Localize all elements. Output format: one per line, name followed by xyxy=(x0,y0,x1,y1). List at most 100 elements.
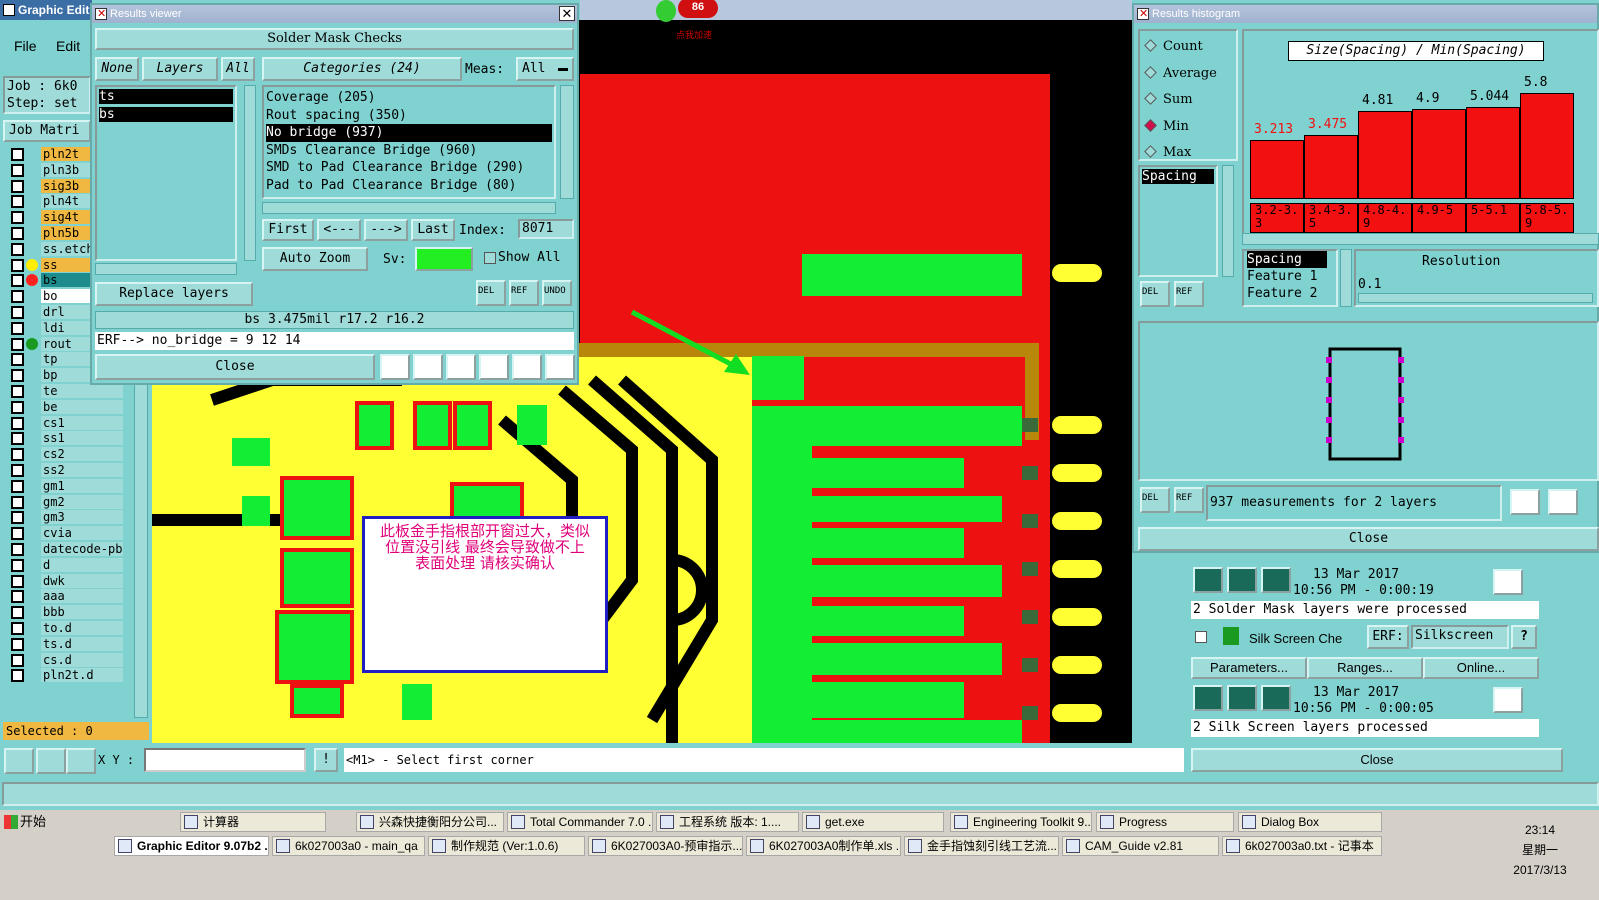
show-all-checkbox[interactable] xyxy=(484,252,496,264)
check-icon[interactable] xyxy=(479,354,509,380)
taskbar-button[interactable]: 6k027003a0 - main_qa xyxy=(272,836,425,856)
silk-checkbox[interactable] xyxy=(1195,631,1207,643)
layer-item-bs[interactable]: bs xyxy=(99,107,233,122)
sv-color-select[interactable] xyxy=(415,247,473,271)
prev-button[interactable]: <--- xyxy=(317,219,361,241)
layer-checkbox[interactable] xyxy=(11,211,24,225)
layer-row[interactable]: gm2 xyxy=(3,494,123,510)
category-item[interactable]: SMD to Pad Clearance Bridge (290) xyxy=(266,159,552,177)
checks-close-button[interactable]: Close xyxy=(1191,748,1563,772)
info-vscroll[interactable] xyxy=(1340,249,1352,307)
layers-button[interactable]: Layers xyxy=(142,57,218,81)
category-item[interactable]: SMDs Clearance Bridge (960) xyxy=(266,142,552,160)
stat-option[interactable]: Count xyxy=(1144,39,1203,54)
layer-checkbox[interactable] xyxy=(11,637,24,651)
layer-checkbox[interactable] xyxy=(11,274,24,288)
layer-checkbox[interactable] xyxy=(11,464,24,477)
close-button[interactable]: Close xyxy=(95,354,375,380)
delete-icon[interactable] xyxy=(446,354,476,380)
category-item[interactable]: Coverage (205) xyxy=(266,89,552,107)
histogram-bar[interactable] xyxy=(1304,135,1358,199)
taskbar-button[interactable]: Engineering Toolkit 9.... xyxy=(950,812,1092,832)
layer-row[interactable]: cs.d xyxy=(3,652,123,668)
run-icon[interactable] xyxy=(1193,567,1223,593)
run-all-icon[interactable] xyxy=(1227,685,1257,711)
layer-row[interactable]: d xyxy=(3,557,123,573)
layer-checkbox[interactable] xyxy=(11,242,24,256)
flag-icon[interactable] xyxy=(380,354,410,380)
zoom-icon[interactable] xyxy=(1510,489,1540,515)
menu-edit[interactable]: Edit xyxy=(56,38,80,54)
taskbar-button[interactable]: 计算器 xyxy=(180,812,326,832)
taskbar-button[interactable]: 6k027003a0.txt - 记事本 xyxy=(1222,836,1382,856)
layer-checkbox[interactable] xyxy=(11,622,24,635)
auto-zoom-select[interactable]: Auto Zoom xyxy=(262,247,368,271)
histogram-bar[interactable] xyxy=(1250,140,1304,199)
taskbar-button[interactable]: 制作规范 (Ver:1.0.6) xyxy=(428,836,585,856)
spacing-item[interactable]: Spacing xyxy=(1142,169,1214,184)
report-icon[interactable] xyxy=(512,354,542,380)
select-icon[interactable] xyxy=(4,748,34,774)
layer-checkbox[interactable] xyxy=(11,148,24,161)
tray-clock[interactable]: 23:14 星期一 2017/3/13 xyxy=(1490,820,1590,890)
layer-checkbox[interactable] xyxy=(11,479,24,493)
meas-select[interactable]: All xyxy=(516,57,574,81)
taskbar-button[interactable]: Progress xyxy=(1096,812,1234,832)
layer-list-vscroll[interactable] xyxy=(244,85,256,261)
layer-row[interactable]: cs1 xyxy=(3,415,123,431)
stop-icon[interactable] xyxy=(1261,685,1291,711)
histogram-bar[interactable] xyxy=(1520,92,1574,199)
layer-row[interactable]: ts.d xyxy=(3,636,123,652)
taskbar-button[interactable]: Graphic Editor 9.07b2 ... xyxy=(114,836,269,856)
histogram-bar[interactable] xyxy=(1466,106,1520,199)
layer-checkbox[interactable] xyxy=(11,337,24,351)
layer-row[interactable]: cs2 xyxy=(3,447,123,462)
layer-checkbox[interactable] xyxy=(11,558,24,572)
parameters-button[interactable]: Parameters... xyxy=(1191,657,1307,679)
ref-button[interactable]: REF xyxy=(509,280,539,306)
start-button[interactable]: 开始 xyxy=(2,812,62,832)
histogram-bar[interactable] xyxy=(1358,110,1412,199)
layer-checkbox[interactable] xyxy=(11,527,24,541)
layer-checkbox[interactable] xyxy=(11,227,24,240)
zoom-icon[interactable] xyxy=(1493,569,1523,595)
taskbar-button[interactable]: 6K027003A0-预审指示.... xyxy=(588,836,743,856)
export-icon[interactable] xyxy=(413,354,443,380)
layer-row[interactable]: te xyxy=(3,384,123,399)
histogram-close-button[interactable]: Close xyxy=(1138,527,1599,551)
layer-row[interactable]: to.d xyxy=(3,621,123,636)
layer-checkbox[interactable] xyxy=(11,653,24,667)
layer-row[interactable]: datecode-pbe xyxy=(3,542,123,557)
layer-row[interactable]: gm1 xyxy=(3,478,123,494)
online-button[interactable]: Online... xyxy=(1423,657,1539,679)
chart-hscroll[interactable] xyxy=(1242,233,1599,245)
layer-checkbox[interactable] xyxy=(11,258,24,272)
erf-value[interactable]: Silkscreen xyxy=(1411,625,1509,649)
xy-input[interactable] xyxy=(144,748,306,772)
layer-checkbox[interactable] xyxy=(11,543,24,556)
histogram-bar[interactable] xyxy=(1412,109,1466,199)
preview-ref-button[interactable]: REF xyxy=(1174,487,1204,513)
close-icon[interactable]: ✕ xyxy=(559,6,575,21)
index-input[interactable]: 8071 xyxy=(518,219,574,239)
layer-checkbox[interactable] xyxy=(11,353,24,367)
taskbar-button[interactable]: CAM_Guide v2.81 xyxy=(1062,836,1219,856)
layer-checkbox[interactable] xyxy=(11,669,24,683)
layer-checkbox[interactable] xyxy=(11,574,24,588)
layer-row[interactable]: bbb xyxy=(3,605,123,620)
next-button[interactable]: ---> xyxy=(364,219,408,241)
replace-layers-button[interactable]: Replace layers xyxy=(95,282,253,306)
layer-checkbox[interactable] xyxy=(11,369,24,383)
last-button[interactable]: Last xyxy=(411,219,455,241)
layer-checkbox[interactable] xyxy=(11,195,24,209)
layer-checkbox[interactable] xyxy=(11,448,24,462)
run-all-icon[interactable] xyxy=(1227,567,1257,593)
stat-option[interactable]: Average xyxy=(1144,66,1217,81)
help-button[interactable]: ? xyxy=(1511,625,1537,649)
layer-checkbox[interactable] xyxy=(11,179,24,193)
preview-del-button[interactable]: DEL xyxy=(1140,487,1170,513)
grid-icon[interactable] xyxy=(66,748,96,774)
undo-button[interactable]: UNDO xyxy=(542,280,572,306)
layer-checkbox[interactable] xyxy=(11,385,24,398)
layer-checkbox[interactable] xyxy=(11,606,24,620)
